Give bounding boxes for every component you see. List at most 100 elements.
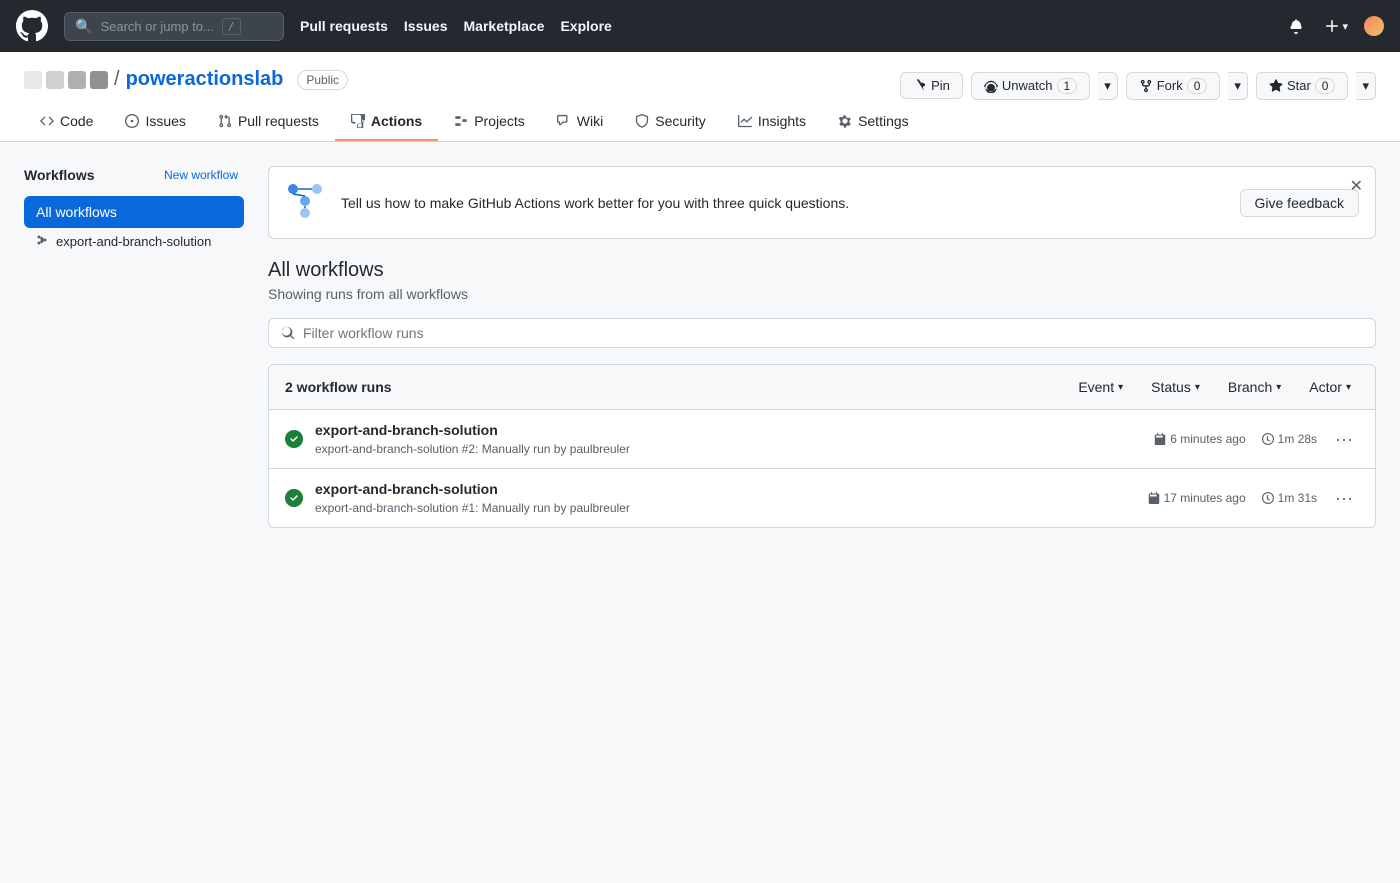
run-status-success-2 [285,489,303,507]
workflow-item[interactable]: export-and-branch-solution [24,228,244,255]
run-time-text-1: 6 minutes ago [1170,432,1245,446]
repo-tabs: Code Issues Pull requests Actions Projec… [24,103,1376,141]
workflow-icon [36,234,48,249]
new-workflow-btn[interactable]: New workflow [158,166,244,184]
status-filter[interactable]: Status ▾ [1143,375,1208,399]
run-more-btn-1[interactable]: ··· [1329,426,1359,452]
tab-issues[interactable]: Issues [109,103,201,141]
run-status-success-1 [285,430,303,448]
run-details-2: 17 minutes ago 1m 31s [1148,491,1317,505]
feedback-banner: Tell us how to make GitHub Actions work … [268,166,1376,239]
close-banner-btn[interactable]: ✕ [1350,179,1363,195]
tab-actions-label: Actions [371,113,422,129]
tab-security-label: Security [655,113,706,129]
star-label: Star [1287,78,1311,93]
tab-security[interactable]: Security [619,103,722,141]
nav-explore[interactable]: Explore [560,18,611,34]
main-content: Workflows New workflow All workflows exp… [0,142,1400,552]
tab-projects[interactable]: Projects [438,103,541,141]
repo-name-link[interactable]: poweractionslab [126,68,284,91]
runs-table-header: 2 workflow runs Event ▾ Status ▾ Branch … [269,365,1375,410]
calendar-icon-1 [1154,433,1166,445]
run-name-1[interactable]: export-and-branch-solution [315,422,1142,438]
workflow-name: export-and-branch-solution [56,234,211,249]
branch-filter[interactable]: Branch ▾ [1220,375,1289,399]
runs-table: 2 workflow runs Event ▾ Status ▾ Branch … [268,364,1376,528]
tab-pr-label: Pull requests [238,113,319,129]
tab-actions[interactable]: Actions [335,103,438,141]
runs-count: 2 workflow runs [285,379,1070,395]
notifications-btn[interactable] [1284,14,1308,38]
event-filter[interactable]: Event ▾ [1070,375,1131,399]
star-dropdown-btn[interactable]: ▾ [1356,72,1376,100]
tab-wiki[interactable]: Wiki [541,103,619,141]
star-btn[interactable]: Star 0 [1256,72,1349,100]
run-time-1: 6 minutes ago [1154,432,1245,446]
run-info-2: export-and-branch-solution export-and-br… [315,481,1136,515]
workflows-title: All workflows [268,259,1376,282]
pin-label: Pin [931,78,950,93]
run-duration-2: 1m 31s [1262,491,1317,505]
tab-insights-label: Insights [758,113,806,129]
tab-insights[interactable]: Insights [722,103,822,141]
clock-icon-2 [1262,492,1274,504]
search-placeholder: Search or jump to... [100,19,213,34]
branch-filter-label: Branch [1228,379,1272,395]
fork-dropdown-btn[interactable]: ▾ [1228,72,1248,100]
run-more-btn-2[interactable]: ··· [1329,485,1359,511]
all-workflows-link[interactable]: All workflows [24,196,244,228]
feedback-text: Tell us how to make GitHub Actions work … [341,195,1224,211]
pin-btn[interactable]: Pin [900,72,963,99]
give-feedback-btn[interactable]: Give feedback [1240,189,1360,217]
watch-label: Unwatch [1002,78,1053,93]
owner-avatars [24,71,108,89]
watch-count: 1 [1057,78,1078,94]
tab-pull-requests[interactable]: Pull requests [202,103,335,141]
workflows-subtitle: Showing runs from all workflows [268,286,1376,302]
nav-pull-requests[interactable]: Pull requests [300,18,388,34]
clock-icon-1 [1262,433,1274,445]
main-area: Tell us how to make GitHub Actions work … [268,166,1376,528]
branch-filter-caret: ▾ [1276,382,1281,393]
filter-bar [268,318,1376,348]
run-name-2[interactable]: export-and-branch-solution [315,481,1136,497]
breadcrumb-sep: / [114,68,120,91]
github-logo[interactable] [16,10,48,42]
run-details-1: 6 minutes ago 1m 28s [1154,432,1317,446]
fork-btn[interactable]: Fork 0 [1126,72,1221,100]
sidebar-title: Workflows [24,167,95,183]
avatar[interactable] [1364,16,1384,36]
run-duration-text-2: 1m 31s [1278,491,1317,505]
search-shortcut: / [222,18,241,35]
sidebar-header: Workflows New workflow [24,166,244,184]
all-workflows-label: All workflows [36,204,117,220]
nav-issues[interactable]: Issues [404,18,448,34]
actor-filter[interactable]: Actor ▾ [1301,375,1359,399]
feedback-icon [285,181,325,224]
visibility-badge: Public [297,70,348,90]
watch-btn[interactable]: Unwatch 1 [971,72,1090,100]
top-nav-right: ▾ [1284,14,1384,38]
tab-settings-label: Settings [858,113,909,129]
run-duration-text-1: 1m 28s [1278,432,1317,446]
event-filter-caret: ▾ [1118,382,1123,393]
filter-input[interactable] [303,325,1363,341]
tab-code-label: Code [60,113,93,129]
tab-settings[interactable]: Settings [822,103,925,141]
repo-actions: Pin Unwatch 1 ▾ Fork 0 ▾ Star 0 ▾ [900,72,1376,100]
tab-code[interactable]: Code [24,103,109,141]
event-filter-label: Event [1078,379,1114,395]
watch-dropdown-btn[interactable]: ▾ [1098,72,1118,100]
run-meta-1: export-and-branch-solution #2: Manually … [315,442,630,456]
search-box[interactable]: 🔍 Search or jump to... / [64,12,284,41]
fork-count: 0 [1187,78,1208,94]
fork-label: Fork [1157,78,1183,93]
run-time-text-2: 17 minutes ago [1164,491,1246,505]
nav-marketplace[interactable]: Marketplace [464,18,545,34]
tab-issues-label: Issues [145,113,185,129]
run-time-2: 17 minutes ago [1148,491,1246,505]
actor-filter-caret: ▾ [1346,382,1351,393]
add-btn[interactable]: ▾ [1320,14,1352,38]
runs-filters: Event ▾ Status ▾ Branch ▾ Actor ▾ [1070,375,1359,399]
tab-projects-label: Projects [474,113,525,129]
